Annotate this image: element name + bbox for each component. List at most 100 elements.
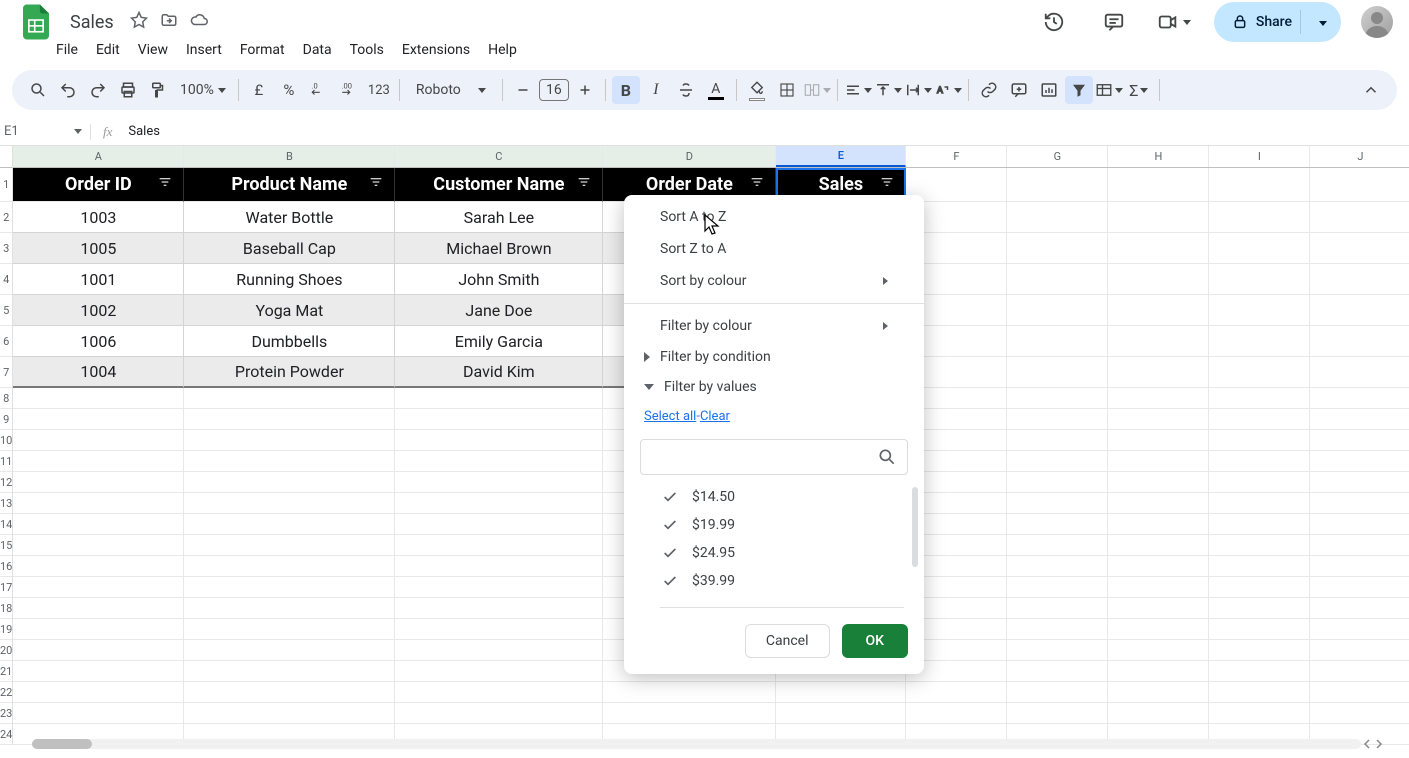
bold-button[interactable]: B bbox=[612, 76, 640, 104]
cell[interactable] bbox=[1007, 640, 1108, 661]
row-header[interactable]: 15 bbox=[0, 535, 12, 556]
insert-comment-button[interactable] bbox=[1005, 76, 1033, 104]
table-header[interactable]: Customer Name bbox=[395, 168, 603, 202]
cell[interactable] bbox=[184, 388, 395, 409]
cell[interactable] bbox=[1108, 233, 1209, 264]
cell[interactable] bbox=[1209, 640, 1310, 661]
cell[interactable] bbox=[184, 619, 395, 640]
cell[interactable] bbox=[1209, 264, 1310, 295]
filter-search-box[interactable] bbox=[640, 439, 908, 475]
cell[interactable] bbox=[1007, 535, 1108, 556]
cell[interactable] bbox=[13, 535, 184, 556]
cell[interactable] bbox=[1108, 409, 1209, 430]
redo-icon[interactable] bbox=[84, 76, 112, 104]
cell[interactable]: Baseball Cap bbox=[184, 233, 395, 264]
cell[interactable] bbox=[1007, 598, 1108, 619]
cell[interactable] bbox=[1007, 388, 1108, 409]
col-header[interactable]: D bbox=[603, 146, 776, 167]
cell[interactable] bbox=[184, 661, 395, 682]
cell[interactable] bbox=[13, 493, 184, 514]
cell[interactable]: Michael Brown bbox=[395, 233, 603, 264]
cell[interactable] bbox=[1310, 295, 1409, 326]
cell[interactable] bbox=[395, 388, 603, 409]
borders-button[interactable] bbox=[773, 76, 801, 104]
cell[interactable]: John Smith bbox=[395, 264, 603, 295]
col-header[interactable]: E bbox=[776, 146, 906, 167]
cloud-icon[interactable] bbox=[190, 11, 208, 33]
share-caret[interactable] bbox=[1309, 14, 1337, 30]
cell[interactable] bbox=[1108, 619, 1209, 640]
cell[interactable]: Emily Garcia bbox=[395, 326, 603, 357]
cell[interactable] bbox=[13, 388, 184, 409]
cell[interactable] bbox=[1310, 264, 1409, 295]
cell[interactable] bbox=[1310, 640, 1409, 661]
cell[interactable] bbox=[395, 472, 603, 493]
star-icon[interactable] bbox=[130, 11, 148, 33]
cell[interactable] bbox=[1007, 661, 1108, 682]
cell[interactable] bbox=[1310, 577, 1409, 598]
cell[interactable] bbox=[1209, 388, 1310, 409]
cell[interactable]: Yoga Mat bbox=[184, 295, 395, 326]
cell[interactable] bbox=[1108, 661, 1209, 682]
cell[interactable] bbox=[395, 556, 603, 577]
font-selector[interactable]: Roboto bbox=[406, 82, 496, 98]
filter-value-item[interactable]: $14.50 bbox=[660, 483, 908, 511]
col-header[interactable]: H bbox=[1108, 146, 1209, 167]
cell[interactable] bbox=[906, 703, 1007, 724]
cell[interactable]: Protein Powder bbox=[184, 357, 395, 388]
cell[interactable] bbox=[603, 703, 776, 724]
history-icon[interactable] bbox=[1034, 2, 1074, 42]
cell[interactable] bbox=[13, 640, 184, 661]
cell[interactable] bbox=[1108, 556, 1209, 577]
cell[interactable] bbox=[13, 451, 184, 472]
cell[interactable] bbox=[13, 577, 184, 598]
cell[interactable] bbox=[184, 640, 395, 661]
row-header[interactable]: 1 bbox=[0, 168, 12, 202]
cell[interactable] bbox=[184, 556, 395, 577]
rotate-button[interactable]: A bbox=[934, 76, 962, 104]
cell[interactable] bbox=[1310, 556, 1409, 577]
cell[interactable]: Water Bottle bbox=[184, 202, 395, 233]
cell[interactable] bbox=[1209, 202, 1310, 233]
cell[interactable] bbox=[184, 451, 395, 472]
cell[interactable]: 1004 bbox=[13, 357, 184, 388]
link-button[interactable] bbox=[975, 76, 1003, 104]
cell[interactable] bbox=[395, 682, 603, 703]
cell[interactable] bbox=[13, 472, 184, 493]
menu-data[interactable]: Data bbox=[295, 38, 340, 62]
avatar[interactable] bbox=[1361, 6, 1393, 38]
cell[interactable] bbox=[1310, 535, 1409, 556]
cell[interactable] bbox=[1310, 514, 1409, 535]
col-header[interactable]: B bbox=[184, 146, 395, 167]
row-header[interactable]: 12 bbox=[0, 472, 12, 493]
cell[interactable] bbox=[184, 493, 395, 514]
cell[interactable] bbox=[395, 409, 603, 430]
cell[interactable] bbox=[1310, 430, 1409, 451]
cell[interactable] bbox=[603, 682, 776, 703]
row-header[interactable]: 13 bbox=[0, 493, 12, 514]
text-color-button[interactable]: A bbox=[702, 76, 730, 104]
row-header[interactable]: 11 bbox=[0, 451, 12, 472]
menu-help[interactable]: Help bbox=[480, 38, 525, 62]
cancel-button[interactable]: Cancel bbox=[745, 624, 830, 658]
cell[interactable]: Dumbbells bbox=[184, 326, 395, 357]
cell[interactable] bbox=[1310, 472, 1409, 493]
row-header[interactable]: 14 bbox=[0, 514, 12, 535]
cell[interactable] bbox=[1310, 233, 1409, 264]
cell[interactable] bbox=[1007, 264, 1108, 295]
merge-button[interactable] bbox=[803, 76, 831, 104]
scroll-left-icon[interactable] bbox=[1361, 739, 1373, 749]
filter-icon[interactable] bbox=[879, 174, 895, 195]
cell[interactable]: Sarah Lee bbox=[395, 202, 603, 233]
filter-values-item[interactable]: Filter by values bbox=[624, 372, 924, 402]
cell[interactable] bbox=[184, 535, 395, 556]
scroll-right-icon[interactable] bbox=[1373, 739, 1385, 749]
cell[interactable]: Jane Doe bbox=[395, 295, 603, 326]
cell[interactable] bbox=[1007, 556, 1108, 577]
filter-icon[interactable] bbox=[576, 174, 592, 195]
cell[interactable] bbox=[1007, 451, 1108, 472]
row-header[interactable]: 20 bbox=[0, 640, 12, 661]
cell[interactable] bbox=[1108, 388, 1209, 409]
cell[interactable] bbox=[1108, 535, 1209, 556]
sort-za-item[interactable]: Sort Z to A bbox=[624, 233, 924, 265]
